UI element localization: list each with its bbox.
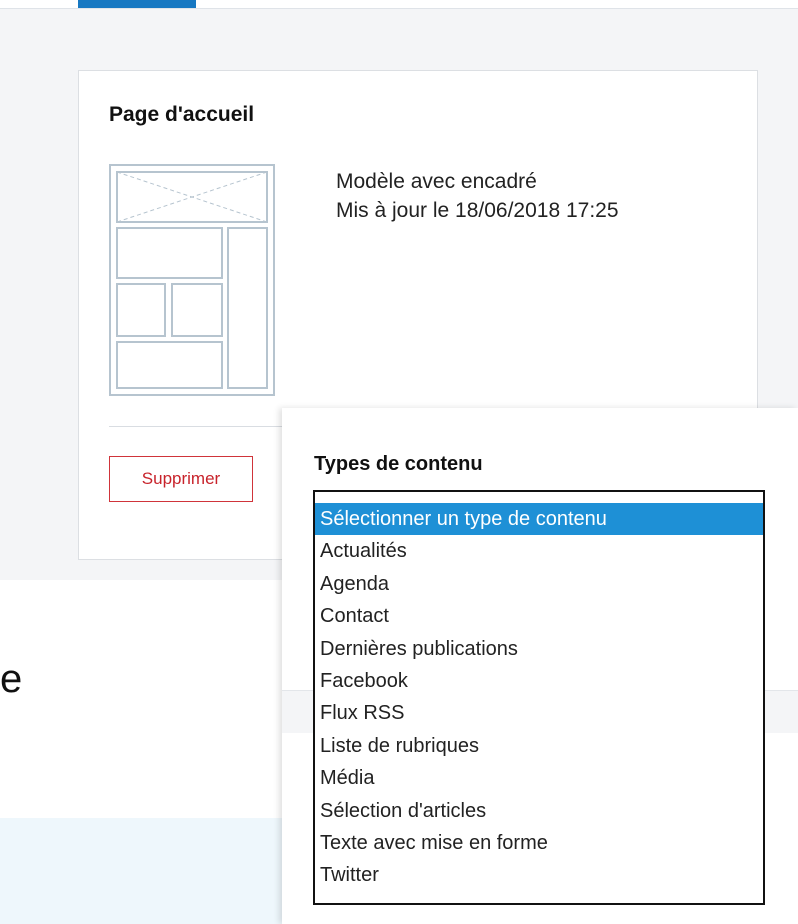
- content-type-option[interactable]: Dernières publications: [315, 633, 763, 665]
- template-updated: Mis à jour le 18/06/2018 17:25: [336, 199, 619, 222]
- content-type-option[interactable]: Twitter: [315, 859, 763, 891]
- content-type-option[interactable]: Liste de rubriques: [315, 730, 763, 762]
- content-type-option[interactable]: Actualités: [315, 535, 763, 567]
- layout-preview-icon: [116, 171, 268, 389]
- content-type-option-selected[interactable]: Sélectionner un type de contenu: [315, 503, 763, 535]
- content-type-option[interactable]: Sélection d'articles: [315, 795, 763, 827]
- content-type-listbox[interactable]: Sélectionner un type de contenu Actualité…: [313, 490, 765, 905]
- content-type-option[interactable]: Contact: [315, 600, 763, 632]
- content-type-title: Types de contenu: [314, 453, 483, 475]
- content-type-option[interactable]: Média: [315, 762, 763, 794]
- template-meta: Modèle avec encadré Mis à jour le 18/06/…: [336, 167, 619, 225]
- card-title: Page d'accueil: [109, 103, 255, 126]
- content-type-option[interactable]: Agenda: [315, 568, 763, 600]
- template-model: Modèle avec encadré: [336, 170, 537, 193]
- delete-button[interactable]: Supprimer: [109, 456, 253, 502]
- content-type-option[interactable]: Texte avec mise en forme: [315, 827, 763, 859]
- layout-thumbnail: [109, 164, 275, 396]
- active-tab-indicator[interactable]: [78, 0, 196, 8]
- content-type-option[interactable]: Facebook: [315, 665, 763, 697]
- partial-heading-text: e: [0, 657, 23, 701]
- content-type-option[interactable]: Flux RSS: [315, 697, 763, 729]
